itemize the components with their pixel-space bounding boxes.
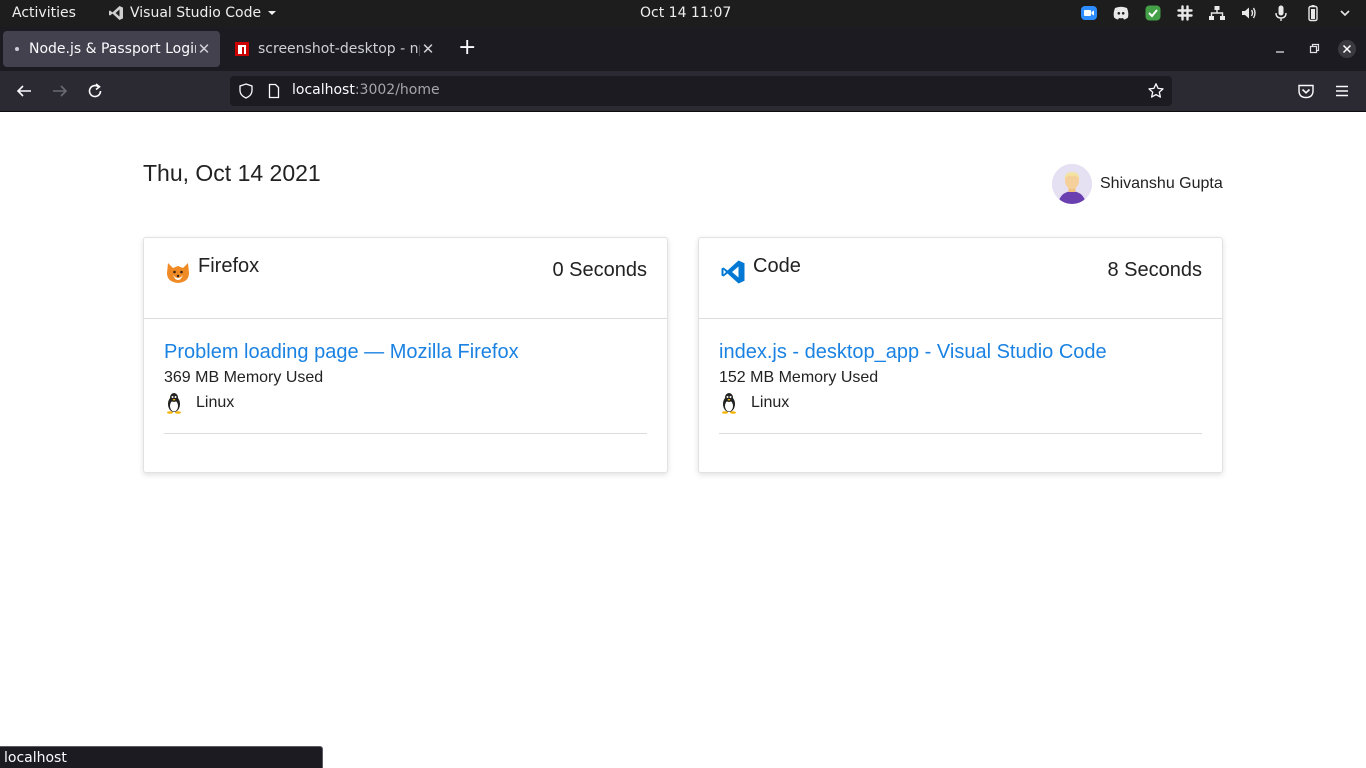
url-text[interactable]: localhost:3002/home [292,82,440,98]
npm-favicon-icon [235,42,249,56]
discord-icon[interactable] [1112,4,1130,22]
navigation-toolbar: localhost:3002/home [0,71,1366,112]
tab-close-icon[interactable]: ✕ [196,40,212,58]
zoom-icon[interactable] [1080,4,1098,22]
tab-node-passport-login[interactable]: Node.js & Passport Login ✕ [3,31,220,67]
app-name: Code [753,255,801,277]
firefox-icon [167,263,189,283]
forward-icon[interactable] [49,80,71,102]
clock[interactable]: Oct 14 11:07 [640,5,731,21]
pocket-icon[interactable] [1295,80,1317,102]
browser-tab-strip: Node.js & Passport Login ✕ screenshot-de… [0,27,1366,71]
activities-button[interactable]: Activities [12,5,76,21]
close-window-icon[interactable] [1337,39,1357,59]
back-icon[interactable] [13,80,35,102]
system-tray [1080,4,1354,22]
user-name: Shivanshu Gupta [1100,175,1223,192]
page-content: Thu, Oct 14 2021 Shivanshu Gupta Firefox [0,112,1366,768]
app-menu[interactable]: Visual Studio Code [108,5,277,21]
new-tab-icon[interactable]: + [458,37,476,59]
user-avatar-icon [1052,164,1092,204]
memory-used: 369 MB Memory Used [164,369,324,386]
tab-title: Node.js & Passport Login [29,41,196,57]
url-path: :3002/home [354,82,440,98]
page-info-icon[interactable] [266,83,282,99]
os-info: Linux [719,392,1202,414]
divider [164,433,647,434]
app-name: Firefox [198,255,260,277]
app-duration: 8 Seconds [1107,259,1202,281]
url-host: localhost [292,82,355,98]
card-header: Firefox 0 Seconds [144,238,667,319]
card-body: index.js - desktop_app - Visual Studio C… [699,319,1222,434]
chevron-down-icon [268,11,277,15]
card-body: Problem loading page — Mozilla Firefox 3… [144,319,667,434]
network-icon[interactable] [1208,4,1226,22]
window-title-link[interactable]: Problem loading page — Mozilla Firefox [164,340,647,364]
tab-close-icon[interactable]: ✕ [420,40,436,58]
card-header: Code 8 Seconds [699,238,1222,319]
tab-title: screenshot-desktop - npm [258,41,420,57]
app-card-code: Code 8 Seconds index.js - desktop_app - … [698,237,1223,473]
app-menu-label: Visual Studio Code [130,5,262,21]
linux-tux-icon [167,393,181,414]
hamburger-menu-icon[interactable] [1331,80,1353,102]
microphone-icon[interactable] [1272,4,1290,22]
divider [719,433,1202,434]
vscode-icon [721,260,745,284]
bookmark-star-icon[interactable] [1147,82,1165,100]
tab-screenshot-desktop-npm[interactable]: screenshot-desktop - npm ✕ [226,31,444,67]
avatar[interactable] [1052,164,1092,204]
os-info: Linux [164,392,647,414]
os-name: Linux [751,394,790,411]
battery-icon[interactable] [1304,4,1322,22]
url-bar[interactable]: localhost:3002/home [230,76,1172,106]
power-menu-icon[interactable] [1336,4,1354,22]
minimize-icon[interactable] [1274,43,1286,55]
app-card-firefox: Firefox 0 Seconds Problem loading page —… [143,237,668,473]
app-duration: 0 Seconds [552,259,647,281]
window-title-link[interactable]: index.js - desktop_app - Visual Studio C… [719,340,1202,364]
user-profile[interactable]: Shivanshu Gupta [1052,164,1223,204]
volume-icon[interactable] [1240,4,1258,22]
os-name: Linux [196,394,235,411]
link-status-bar: localhost [0,746,323,768]
reload-icon[interactable] [84,80,106,102]
memory-used: 152 MB Memory Used [719,369,879,386]
slack-icon[interactable] [1176,4,1194,22]
restore-icon[interactable] [1308,43,1320,55]
tab-unloaded-dot-icon [15,47,19,51]
gnome-top-bar: Activities Visual Studio Code Oct 14 11:… [0,0,1366,27]
page-date: Thu, Oct 14 2021 [143,160,321,186]
vscode-small-icon [109,6,123,20]
shield-check-icon[interactable] [1144,4,1162,22]
linux-tux-icon [722,393,736,414]
tracking-shield-icon[interactable] [238,83,254,99]
